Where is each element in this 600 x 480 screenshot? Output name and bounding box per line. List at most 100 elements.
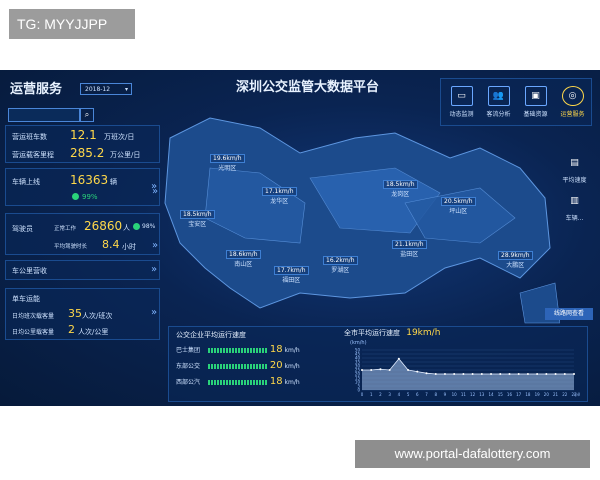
company-unit: km/h xyxy=(284,379,300,386)
district-name: 福田区 xyxy=(282,277,301,284)
double-chevron-icon[interactable]: » xyxy=(152,240,158,251)
company-row: 巴士集团 18 km/h xyxy=(176,344,300,355)
x-tick-label: 7 xyxy=(425,392,428,397)
daily-km-unit: 人次/公里 xyxy=(78,328,109,336)
speed-point xyxy=(499,373,502,375)
district-speed: 17.1km/h xyxy=(262,187,297,196)
district-speed: 28.9km/h xyxy=(498,251,533,260)
route-view-button[interactable]: 线路网查看 xyxy=(545,308,593,320)
speed-point xyxy=(388,369,391,371)
district-label[interactable]: 20.5km/h 坪山区 xyxy=(441,197,476,215)
website-watermark: www.portal-dafalottery.com xyxy=(355,440,590,468)
passenger-button[interactable]: 👥 客流分析 xyxy=(482,86,515,118)
company-speed-title: 公交企业平均运行速度 xyxy=(176,331,246,339)
district-speed: 18.6km/h xyxy=(226,250,261,259)
x-tick-label: 19 xyxy=(535,392,541,397)
speed-point xyxy=(379,368,382,371)
district-name: 大鹏区 xyxy=(506,262,525,269)
monitor-button[interactable]: ▭ 动态监测 xyxy=(445,86,478,118)
ops-service-button[interactable]: ◎ 运营服务 xyxy=(556,86,589,118)
daily-km-label: 日均公里载客量 xyxy=(12,329,55,336)
ops-vehicles-label: 营运班车数 xyxy=(12,133,47,141)
vehicle-icon: ▥ xyxy=(570,196,579,206)
resources-button[interactable]: ▣ 基础资源 xyxy=(519,86,552,118)
telegram-badge: TG: MYYJJPP xyxy=(9,9,135,39)
district-label[interactable]: 28.9km/h 大鹏区 xyxy=(498,251,533,269)
people-icon: 👥 xyxy=(487,86,510,106)
x-tick-label: 0 xyxy=(361,392,364,397)
online-pct: 99% xyxy=(82,193,98,201)
district-label[interactable]: 17.7km/h 福田区 xyxy=(274,266,309,284)
dashboard-screenshot: 运营服务 2018-12 ▾ 深圳公交监管大数据平台 ⌕ 营运班车数 12.1 … xyxy=(0,70,600,406)
company-speed: 20 xyxy=(269,360,283,371)
vehicle-button[interactable]: ▥ 车辆... xyxy=(558,192,591,222)
district-name: 南山区 xyxy=(234,261,253,268)
ops-mileage-label: 营运载客里程 xyxy=(12,151,54,159)
page-title: 深圳公交监管大数据平台 xyxy=(235,80,379,95)
ops-mileage-value: 285.2 xyxy=(70,146,105,160)
passenger-label: 客流分析 xyxy=(486,111,511,118)
panel-title: 运营服务 xyxy=(10,82,63,97)
company-row: 东部公交 20 km/h xyxy=(176,360,300,371)
online-block: 车辆上线 16363 辆 99% » xyxy=(5,168,160,206)
date-value: 2018-12 xyxy=(85,86,111,93)
district-label[interactable]: 21.1km/h 盐田区 xyxy=(392,240,427,258)
speed-point xyxy=(545,373,548,375)
single-ops-block: 单车运能 日均班次载客量 35 人次/班次 日均公里载客量 2 人次/公里 » xyxy=(5,288,160,340)
ops-block: 营运班车数 12.1 万班次/日 营运载客里程 285.2 万公里/日 xyxy=(5,125,160,163)
x-tick-label: 10 xyxy=(452,392,458,397)
monitor-label: 动态监测 xyxy=(449,111,474,118)
avg-speed-button[interactable]: ▤ 平均速度 xyxy=(558,154,591,184)
x-tick-label: 3 xyxy=(388,392,391,397)
x-tick-label: 14 xyxy=(488,392,494,397)
x-tick-label: 17 xyxy=(516,392,522,397)
date-select[interactable]: 2018-12 ▾ xyxy=(80,83,132,95)
drivers-label: 驾驶员 xyxy=(12,225,33,233)
speed-point xyxy=(490,373,493,375)
district-speed: 20.5km/h xyxy=(441,197,476,206)
district-label[interactable]: 18.6km/h 南山区 xyxy=(226,250,261,268)
district-name: 宝安区 xyxy=(188,221,207,228)
y-tick-label: 50 xyxy=(355,348,361,353)
x-tick-label: 9 xyxy=(444,392,447,397)
revenue-block: 车公里营收 » xyxy=(5,260,160,280)
ops-service-label: 运营服务 xyxy=(560,111,585,118)
speed-point xyxy=(425,372,428,375)
status-dot-icon xyxy=(133,223,140,230)
x-tick-label: 18 xyxy=(525,392,531,397)
ops-mileage-unit: 万公里/日 xyxy=(110,151,141,159)
company-unit: km/h xyxy=(284,347,300,354)
speed-point xyxy=(453,373,456,375)
district-label[interactable]: 16.2km/h 罗湖区 xyxy=(323,256,358,274)
double-chevron-icon[interactable]: » xyxy=(152,186,158,197)
district-label[interactable]: 17.1km/h 龙华区 xyxy=(262,187,297,205)
avg-speed-label: 平均速度 xyxy=(562,177,587,184)
district-speed: 18.5km/h xyxy=(383,180,418,189)
single-ops-label: 单车运能 xyxy=(12,295,40,303)
company-speed: 18 xyxy=(269,344,283,355)
drivers-value: 26860 xyxy=(84,219,123,233)
city-speed-label: 全市平均运行速度 xyxy=(344,329,400,337)
speed-point xyxy=(370,369,373,371)
district-speed: 17.7km/h xyxy=(274,266,309,275)
ops-vehicles-value: 12.1 xyxy=(70,128,97,142)
x-tick-label: 20 xyxy=(544,392,550,397)
company-name: 东部公交 xyxy=(176,363,201,370)
speed-point xyxy=(434,373,437,375)
company-name: 西部公汽 xyxy=(176,379,201,386)
district-label[interactable]: 18.5km/h 龙岗区 xyxy=(383,180,418,198)
search-input[interactable] xyxy=(8,108,80,122)
district-label[interactable]: 18.5km/h 宝安区 xyxy=(180,210,215,228)
drivers-unit: 人 xyxy=(123,224,130,232)
city-speed-chart: 051015202530354045500 1 2 3 4 5 6 7 8 9 10 11 12 13 14… xyxy=(355,348,580,397)
speed-point xyxy=(536,373,539,375)
online-unit: 辆 xyxy=(110,178,117,186)
district-label[interactable]: 19.6km/h 光明区 xyxy=(210,154,245,172)
avg-drive-unit: 小时 xyxy=(122,243,136,251)
resources-label: 基础资源 xyxy=(523,111,548,118)
daily-trips-value: 35 xyxy=(68,307,82,320)
district-name: 龙华区 xyxy=(270,198,289,205)
district-speed: 19.6km/h xyxy=(210,154,245,163)
search-icon[interactable]: ⌕ xyxy=(80,108,94,122)
speed-point xyxy=(462,373,465,375)
